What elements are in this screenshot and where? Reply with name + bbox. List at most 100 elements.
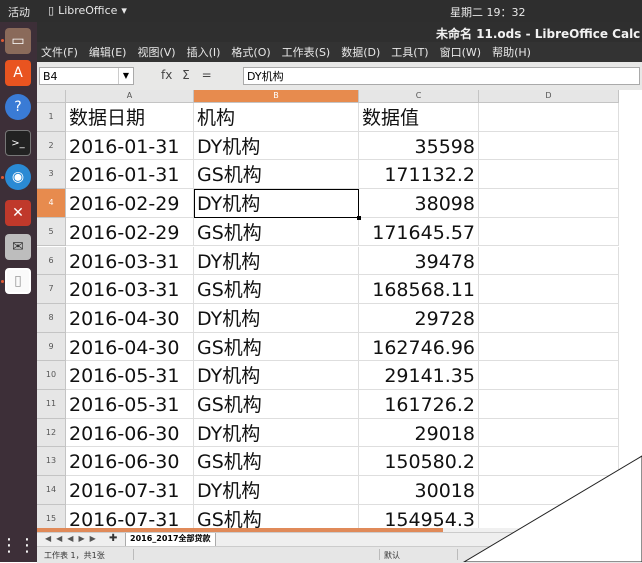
- cell-d[interactable]: [479, 303, 619, 333]
- chevron-down-icon[interactable]: ▼: [118, 68, 133, 84]
- menu-insert[interactable]: 插入(I): [187, 44, 221, 60]
- settings-icon[interactable]: ✕: [5, 200, 31, 226]
- help-icon[interactable]: ?: [5, 94, 31, 120]
- menu-view[interactable]: 视图(V): [137, 44, 175, 60]
- cell-b[interactable]: GS机构: [194, 160, 359, 190]
- cell-a[interactable]: 2016-02-29: [66, 217, 194, 247]
- cell-a[interactable]: 2016-06-30: [66, 447, 194, 477]
- spreadsheet-grid[interactable]: A B C D 1 数据日期 机构 数据值 2 2016-01-31 DY机构 35598 3 2016-…: [37, 90, 642, 528]
- menu-edit[interactable]: 编辑(E): [89, 44, 127, 60]
- cell-b[interactable]: GS机构: [194, 447, 359, 477]
- cell-d[interactable]: [479, 476, 619, 505]
- cell-b[interactable]: 机构: [194, 103, 359, 132]
- cell-b[interactable]: GS机构: [194, 504, 359, 528]
- cell-d[interactable]: [479, 361, 619, 390]
- select-all-corner[interactable]: [37, 90, 66, 103]
- cell-b[interactable]: DY机构: [194, 131, 359, 161]
- add-sheet-button[interactable]: ✚: [109, 533, 117, 544]
- cell-c[interactable]: 154954.3: [359, 504, 479, 528]
- cell-b[interactable]: GS机构: [194, 275, 359, 304]
- cell-a[interactable]: 2016-07-31: [66, 504, 194, 528]
- terminal-icon[interactable]: >_: [5, 130, 31, 156]
- row-header[interactable]: 11: [37, 390, 66, 419]
- cell-d[interactable]: [479, 131, 619, 161]
- cell-c[interactable]: 168568.11: [359, 275, 479, 304]
- cell-c[interactable]: 39478: [359, 246, 479, 276]
- cell-c[interactable]: 29141.35: [359, 361, 479, 390]
- cell-a[interactable]: 数据日期: [66, 103, 194, 132]
- cell-c[interactable]: 数据值: [359, 103, 479, 132]
- cell-b[interactable]: DY机构: [194, 476, 359, 505]
- menu-help[interactable]: 帮助(H): [492, 44, 531, 60]
- column-header-a[interactable]: A: [66, 90, 194, 103]
- row-header[interactable]: 2: [37, 131, 66, 161]
- mail-icon[interactable]: ✉: [5, 234, 31, 260]
- cell-c[interactable]: 35598: [359, 131, 479, 161]
- cell-b[interactable]: DY机构: [194, 189, 359, 218]
- cell-c[interactable]: 30018: [359, 476, 479, 505]
- formula-icon[interactable]: =: [202, 68, 212, 82]
- cell-a[interactable]: 2016-03-31: [66, 246, 194, 276]
- column-header-d[interactable]: D: [479, 90, 619, 103]
- formula-input[interactable]: DY机构: [243, 67, 640, 85]
- column-header-c[interactable]: C: [359, 90, 479, 103]
- row-header[interactable]: 15: [37, 504, 66, 528]
- row-header[interactable]: 8: [37, 303, 66, 333]
- cell-a[interactable]: 2016-07-31: [66, 476, 194, 505]
- cell-b[interactable]: DY机构: [194, 246, 359, 276]
- cell-a[interactable]: 2016-05-31: [66, 361, 194, 390]
- document-icon[interactable]: ▯: [5, 268, 31, 294]
- function-wizard-icon[interactable]: fx: [161, 68, 172, 82]
- cell-a[interactable]: 2016-01-31: [66, 160, 194, 190]
- menu-file[interactable]: 文件(F): [41, 44, 78, 60]
- cell-d[interactable]: [479, 447, 619, 477]
- cell-c[interactable]: 161726.2: [359, 390, 479, 419]
- activities-button[interactable]: 活动: [8, 4, 30, 20]
- cell-c[interactable]: 38098: [359, 189, 479, 218]
- cell-a[interactable]: 2016-02-29: [66, 189, 194, 218]
- clock[interactable]: 星期二 19：32: [450, 4, 526, 20]
- cell-a[interactable]: 2016-04-30: [66, 332, 194, 362]
- menu-tools[interactable]: 工具(T): [391, 44, 428, 60]
- cell-c[interactable]: 29018: [359, 418, 479, 448]
- cell-c[interactable]: 171132.2: [359, 160, 479, 190]
- menu-format[interactable]: 格式(O): [231, 44, 270, 60]
- name-box[interactable]: B4 ▼: [39, 67, 134, 85]
- menu-window[interactable]: 窗口(W): [440, 44, 481, 60]
- cell-d[interactable]: [479, 189, 619, 218]
- sum-icon[interactable]: Σ: [182, 68, 190, 82]
- row-header[interactable]: 4: [37, 189, 66, 218]
- cell-a[interactable]: 2016-03-31: [66, 275, 194, 304]
- cell-a[interactable]: 2016-04-30: [66, 303, 194, 333]
- row-header[interactable]: 9: [37, 332, 66, 362]
- column-header-b[interactable]: B: [194, 90, 359, 103]
- cell-a[interactable]: 2016-05-31: [66, 390, 194, 419]
- row-header[interactable]: 7: [37, 275, 66, 304]
- cell-c[interactable]: 150580.2: [359, 447, 479, 477]
- cell-c[interactable]: 29728: [359, 303, 479, 333]
- apps-grid-icon[interactable]: ⋮⋮: [0, 532, 36, 558]
- cell-a[interactable]: 2016-01-31: [66, 131, 194, 161]
- row-header[interactable]: 1: [37, 103, 66, 132]
- menu-data[interactable]: 数据(D): [341, 44, 380, 60]
- cell-d[interactable]: [479, 390, 619, 419]
- row-header[interactable]: 10: [37, 361, 66, 390]
- cell-d[interactable]: [479, 275, 619, 304]
- cell-d[interactable]: [479, 103, 619, 132]
- cell-d[interactable]: [479, 418, 619, 448]
- menu-sheet[interactable]: 工作表(S): [282, 44, 331, 60]
- row-header[interactable]: 14: [37, 476, 66, 505]
- app-menu[interactable]: ▯ LibreOffice ▾: [48, 4, 127, 17]
- cell-d[interactable]: [479, 332, 619, 362]
- cell-a[interactable]: 2016-06-30: [66, 418, 194, 448]
- row-header[interactable]: 6: [37, 246, 66, 276]
- page-style[interactable]: 默认: [384, 550, 400, 561]
- cell-d[interactable]: [479, 217, 619, 247]
- sheet-navigation[interactable]: ◀◀◀▶▶: [45, 534, 101, 543]
- cell-d[interactable]: [479, 246, 619, 276]
- cell-d[interactable]: [479, 160, 619, 190]
- files-icon[interactable]: ▭: [5, 28, 31, 54]
- row-header[interactable]: 5: [37, 217, 66, 247]
- row-header[interactable]: 12: [37, 418, 66, 448]
- cell-c[interactable]: 171645.57: [359, 217, 479, 247]
